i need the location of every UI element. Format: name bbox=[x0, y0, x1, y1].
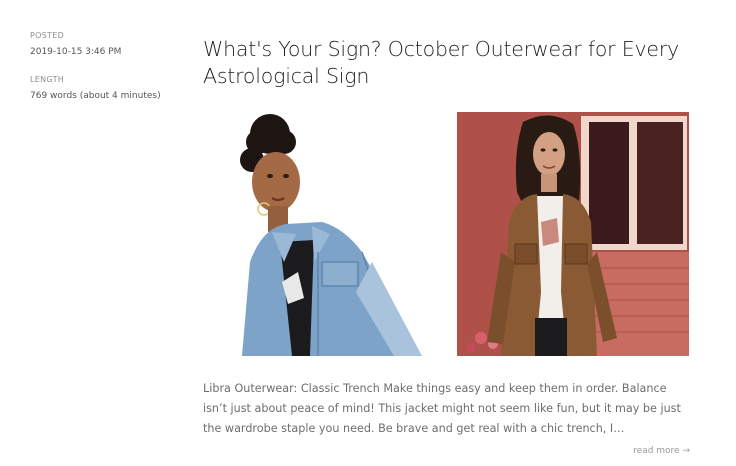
length-value: 769 words (about 4 minutes) bbox=[30, 91, 161, 101]
article-header: What's Your Sign? October Outerwear for … bbox=[203, 36, 713, 90]
post-title[interactable]: What's Your Sign? October Outerwear for … bbox=[203, 36, 713, 90]
post-meta: POSTED 2019-10-15 3:46 PM LENGTH 769 wor… bbox=[30, 30, 180, 118]
post-images bbox=[222, 112, 692, 356]
corduroy-jacket-photo[interactable] bbox=[457, 112, 689, 356]
length-label: LENGTH bbox=[30, 75, 65, 84]
post-excerpt: Libra Outerwear: Classic Trench Make thi… bbox=[203, 382, 681, 435]
posted-label: POSTED bbox=[30, 31, 65, 40]
read-more-link[interactable]: read more → bbox=[633, 446, 690, 456]
posted-date: 2019-10-15 3:46 PM bbox=[30, 47, 122, 57]
denim-jacket-photo[interactable] bbox=[222, 112, 430, 356]
